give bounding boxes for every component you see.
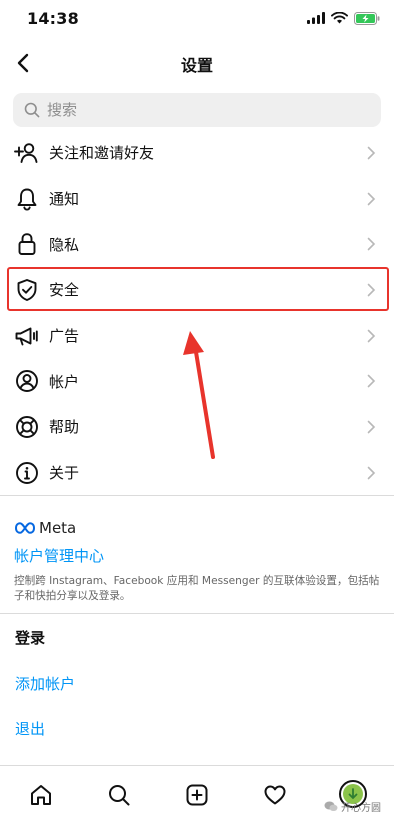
- watermark-text: 开心方圆: [341, 803, 381, 814]
- wifi-icon: [331, 12, 348, 24]
- bell-icon: [14, 186, 40, 212]
- page-title: 设置: [180, 56, 213, 75]
- menu-item-account[interactable]: 帐户: [0, 358, 394, 404]
- menu-item-label: 关注和邀请好友: [49, 144, 155, 163]
- meta-infinity-icon: [14, 522, 36, 534]
- login-section-header: 登录: [15, 629, 46, 647]
- section-divider: [0, 613, 394, 614]
- search-bar[interactable]: [13, 93, 381, 127]
- menu-item-label: 关于: [49, 464, 80, 483]
- status-time: 14:38: [27, 9, 79, 28]
- megaphone-icon: [14, 323, 40, 349]
- chevron-right-icon: [367, 420, 376, 434]
- status-icons: [307, 10, 380, 26]
- search-icon: [24, 102, 40, 118]
- tab-search[interactable]: [104, 780, 134, 810]
- menu-item-label: 帐户: [49, 372, 80, 391]
- info-icon: [14, 460, 40, 486]
- menu-item-label: 广告: [49, 327, 80, 346]
- tab-home[interactable]: [26, 780, 56, 810]
- search-icon: [109, 785, 130, 806]
- section-divider: [0, 495, 394, 496]
- user-circle-icon: [14, 368, 40, 394]
- create-post-icon: [186, 784, 208, 806]
- menu-item-label: 隐私: [49, 235, 80, 254]
- logout-link[interactable]: 退出: [15, 718, 45, 739]
- meta-logo: Meta: [14, 518, 386, 538]
- chevron-right-icon: [367, 237, 376, 251]
- menu-item-about[interactable]: 关于: [0, 450, 394, 496]
- tab-create[interactable]: [182, 780, 212, 810]
- meta-logo-text: Meta: [39, 519, 77, 537]
- signal-icon: [307, 12, 325, 24]
- search-input[interactable]: [47, 101, 347, 119]
- chevron-right-icon: [367, 329, 376, 342]
- chevron-right-icon: [367, 466, 376, 479]
- heart-icon: [264, 785, 286, 805]
- chevron-right-icon: [367, 374, 376, 388]
- settings-menu: 关注和邀请好友 通知 隐私 安全 广告 帐户 帮助 关于: [0, 130, 394, 496]
- add-person-icon: [14, 140, 40, 166]
- menu-item-label: 通知: [49, 190, 80, 209]
- meta-accounts-center: Meta 帐户管理中心 控制跨 Instagram、Facebook 应用和 M…: [14, 518, 386, 604]
- watermark: 开心方圆: [324, 799, 381, 814]
- bottom-tab-bar: [0, 766, 394, 826]
- tab-activity[interactable]: [260, 780, 290, 810]
- menu-item-privacy[interactable]: 隐私: [0, 221, 394, 267]
- home-icon: [31, 785, 51, 805]
- nav-bar: 设置: [0, 42, 394, 84]
- battery-charging-icon: [354, 11, 380, 25]
- menu-item-follow-invite[interactable]: 关注和邀请好友: [0, 130, 394, 176]
- chevron-right-icon: [367, 146, 376, 160]
- security-highlight-box: [7, 267, 389, 311]
- lifebuoy-icon: [14, 414, 40, 440]
- menu-item-ads[interactable]: 广告: [0, 313, 394, 359]
- status-bar: 14:38: [0, 0, 394, 40]
- wechat-icon: [324, 801, 338, 811]
- accounts-center-link[interactable]: 帐户管理中心: [14, 545, 386, 566]
- lock-icon: [14, 231, 40, 257]
- chevron-right-icon: [367, 192, 376, 205]
- accounts-center-description: 控制跨 Instagram、Facebook 应用和 Messenger 的互联…: [14, 575, 380, 602]
- menu-item-notifications[interactable]: 通知: [0, 176, 394, 222]
- menu-item-label: 帮助: [49, 418, 80, 437]
- menu-item-help[interactable]: 帮助: [0, 404, 394, 450]
- add-account-link[interactable]: 添加帐户: [15, 673, 75, 694]
